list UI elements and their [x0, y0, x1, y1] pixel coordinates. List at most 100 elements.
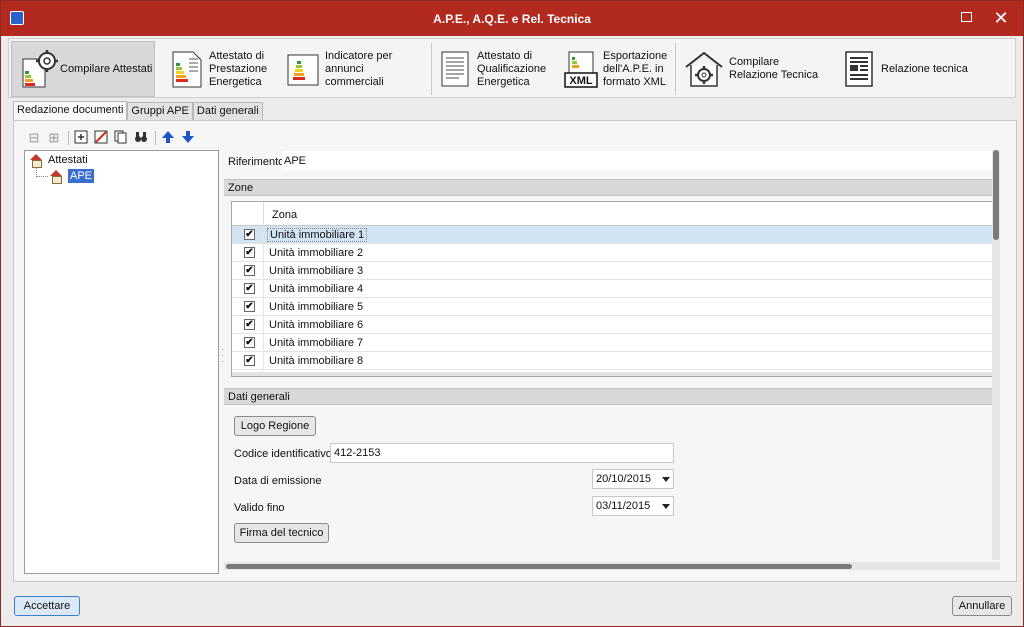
- add-icon[interactable]: [73, 130, 89, 146]
- zone-group-header[interactable]: Zone: [224, 179, 1000, 196]
- table-row[interactable]: ✔ Unità immobiliare 4: [232, 280, 999, 298]
- table-row[interactable]: ✔ Unità immobiliare 3: [232, 262, 999, 280]
- house-gear-icon: [683, 49, 725, 89]
- close-button[interactable]: ✕: [986, 7, 1016, 29]
- compile-certificates-button[interactable]: Compilare Attestati: [11, 41, 155, 97]
- data-emissione-label: Data di emissione: [234, 475, 322, 487]
- tree-node-ape[interactable]: APE: [49, 169, 95, 184]
- zone-name: Unità immobiliare 1: [267, 228, 368, 242]
- chevron-down-icon[interactable]: [662, 504, 670, 509]
- move-down-icon[interactable]: [180, 130, 196, 146]
- copy-icon[interactable]: [113, 130, 129, 146]
- valido-fino-label: Valido fino: [234, 502, 285, 514]
- scrollbar-thumb[interactable]: [993, 150, 999, 240]
- grid-header: Zona: [232, 202, 999, 226]
- toolbar-label: Indicatore per annunci commerciali: [325, 49, 393, 88]
- toolbar-label: Attestato di Qualificazione Energetica: [477, 49, 547, 88]
- toolbar-separator: [675, 43, 676, 95]
- table-row[interactable]: ✔ Unità immobiliare 8: [232, 352, 999, 370]
- tab-redazione-documenti[interactable]: Redazione documenti: [13, 101, 128, 121]
- table-row[interactable]: ✔ Unità immobiliare 7: [232, 334, 999, 352]
- tree-node-attestati[interactable]: Attestati: [29, 154, 88, 168]
- xml-text: XML: [569, 75, 593, 87]
- compile-technical-report-button[interactable]: Compilare Relazione Tecnica: [683, 41, 833, 97]
- house-icon: [49, 170, 63, 184]
- main-toolbar: Compilare Attestati Attestato di Prestaz…: [8, 38, 1016, 98]
- document-tree[interactable]: Attestati APE: [24, 150, 219, 574]
- move-up-icon[interactable]: [160, 130, 176, 146]
- dati-generali-section: Logo Regione Codice identificativo 412-2…: [224, 406, 1000, 560]
- expand-icon[interactable]: ⊞: [46, 130, 62, 146]
- cancel-button[interactable]: Annullare: [952, 596, 1012, 616]
- technical-report-button[interactable]: Relazione tecnica: [841, 41, 981, 97]
- riferimento-label: Riferimento: [228, 156, 285, 168]
- table-row[interactable]: ✔ Unità immobiliare 6: [232, 316, 999, 334]
- zone-name: Unità immobiliare 7: [269, 337, 364, 349]
- dati-generali-group-header[interactable]: Dati generali: [224, 388, 1000, 405]
- xml-icon: XML: [563, 49, 599, 89]
- tree-toolbar: ⊟ ⊞: [26, 129, 200, 147]
- window-title: A.P.E., A.Q.E. e Rel. Tecnica: [433, 12, 591, 26]
- row-checkbox[interactable]: ✔: [244, 319, 255, 330]
- report-icon: [841, 49, 877, 89]
- firma-tecnico-button[interactable]: Firma del tecnico: [234, 523, 329, 543]
- accept-button[interactable]: Accettare: [14, 596, 80, 616]
- riferimento-field[interactable]: APE: [282, 151, 1000, 171]
- maximize-icon: [960, 12, 972, 22]
- title-bar: A.P.E., A.Q.E. e Rel. Tecnica ✕: [1, 1, 1023, 36]
- zone-name: Unità immobiliare 5: [269, 301, 364, 313]
- toolbar-label: Esportazione dell'A.P.E. in formato XML: [603, 49, 668, 88]
- toolbar-separator: [68, 131, 69, 145]
- table-row[interactable]: ✔ Unità immobiliare 1: [232, 226, 999, 244]
- document-icon: [437, 49, 473, 89]
- row-checkbox[interactable]: ✔: [244, 247, 255, 258]
- tab-dati-generali[interactable]: Dati generali: [192, 102, 263, 120]
- row-checkbox[interactable]: ✔: [244, 301, 255, 312]
- toolbar-separator: [431, 43, 432, 95]
- commercial-indicator-button[interactable]: Indicatore per annunci commerciali: [285, 41, 425, 97]
- tab-strip: Redazione documenti Gruppi APE Dati gene…: [13, 101, 263, 121]
- energy-indicator-icon: [285, 49, 321, 89]
- table-row[interactable]: ✔ Unità immobiliare 2: [232, 244, 999, 262]
- energy-qualification-certificate-button[interactable]: Attestato di Qualificazione Energetica: [437, 41, 555, 97]
- valido-fino-value: 03/11/2015: [596, 500, 651, 512]
- tab-page: ⊟ ⊞ Attestati APE · · · Riferimento APE …: [13, 120, 1017, 582]
- zone-name: Unità immobiliare 3: [269, 265, 364, 277]
- collapse-icon[interactable]: ⊟: [26, 130, 42, 146]
- tab-gruppi-ape[interactable]: Gruppi APE: [127, 102, 193, 120]
- export-xml-button[interactable]: XML Esportazione dell'A.P.E. in formato …: [563, 41, 673, 97]
- toolbar-label: Attestato di Prestazione Energetica: [209, 49, 268, 88]
- scrollbar-thumb[interactable]: [226, 564, 852, 569]
- row-checkbox[interactable]: ✔: [244, 355, 255, 366]
- application-window: A.P.E., A.Q.E. e Rel. Tecnica ✕ Compilar…: [0, 0, 1024, 627]
- zone-grid: Zona ✔ Unità immobiliare 1 ✔ Unità immobil…: [231, 201, 1000, 377]
- row-checkbox[interactable]: ✔: [244, 229, 255, 240]
- toolbar-label: Compilare Attestati: [60, 62, 153, 75]
- checkbox-column-header[interactable]: [232, 202, 264, 226]
- row-checkbox[interactable]: ✔: [244, 337, 255, 348]
- table-row[interactable]: ✔ Unità immobiliare 5: [232, 298, 999, 316]
- tree-node-label: APE: [68, 169, 95, 183]
- zone-name: Unità immobiliare 8: [269, 355, 364, 367]
- zone-name: Unità immobiliare 2: [269, 247, 364, 259]
- zone-name: Unità immobiliare 6: [269, 319, 364, 331]
- toolbar-separator: [155, 131, 156, 145]
- grid-scrollbar[interactable]: [232, 372, 999, 376]
- maximize-button[interactable]: [951, 7, 981, 29]
- energy-performance-certificate-button[interactable]: Attestato di Prestazione Energetica: [169, 41, 279, 97]
- tree-connector: [36, 167, 48, 177]
- row-checkbox[interactable]: ✔: [244, 265, 255, 276]
- toolbar-label: Compilare Relazione Tecnica: [729, 56, 819, 81]
- chevron-down-icon[interactable]: [662, 477, 670, 482]
- delete-icon[interactable]: [93, 130, 109, 146]
- codice-field[interactable]: 412-2153: [330, 443, 674, 463]
- data-emissione-picker[interactable]: 20/10/2015: [592, 469, 674, 489]
- row-checkbox[interactable]: ✔: [244, 283, 255, 294]
- binoculars-icon[interactable]: [133, 130, 149, 146]
- valido-fino-picker[interactable]: 03/11/2015: [592, 496, 674, 516]
- zona-column-header[interactable]: Zona: [272, 209, 297, 221]
- logo-regione-button[interactable]: Logo Regione: [234, 416, 316, 436]
- vertical-scrollbar[interactable]: [992, 150, 1000, 560]
- horizontal-scrollbar[interactable]: [224, 562, 1000, 570]
- tree-node-label: Attestati: [48, 154, 88, 166]
